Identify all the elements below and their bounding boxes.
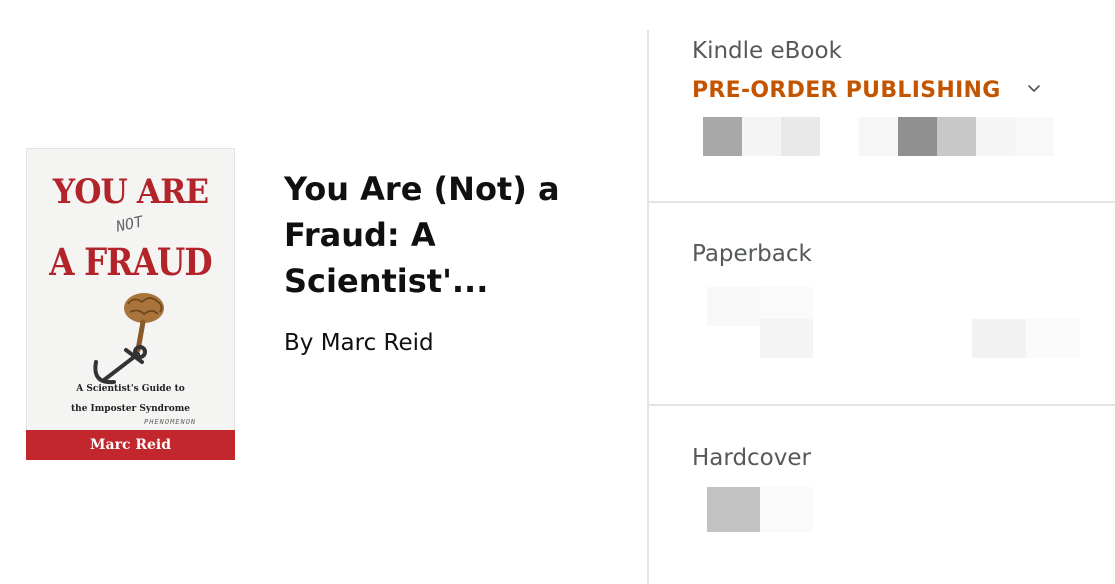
anchor-icon [93,345,147,385]
pre-order-publishing-status[interactable]: PRE-ORDER PUBLISHING [692,78,1001,103]
cover-title-line1: YOU ARE [52,172,209,212]
cover-subtitle-line2: the Imposter Syndrome [71,404,190,414]
cover-subtitle-line1: A Scientist's Guide to [76,384,185,394]
brain-icon [124,293,164,323]
redaction-block [760,319,813,358]
format-kindle-label[interactable]: Kindle eBook [692,38,842,64]
cover-handwritten-word: PHENOMENON [144,418,197,426]
format-divider [649,404,1115,406]
redaction-block [1015,117,1054,156]
redaction-block [937,117,976,156]
book-cover-image[interactable]: YOU ARE NOT A FRAUD A Scientist's Guide … [26,148,235,460]
format-divider [649,201,1115,203]
redaction-block [707,287,760,326]
redaction-block [707,487,760,532]
format-hardcover-label[interactable]: Hardcover [692,445,811,471]
book-title[interactable]: You Are (Not) a Fraud: A Scientist'... [284,166,614,304]
redaction-block [972,319,1026,358]
redaction-block [760,487,813,532]
cover-author-band: Marc Reid [26,430,235,460]
format-paperback-label[interactable]: Paperback [692,241,812,267]
anchor-brain-illustration [93,293,164,385]
chevron-down-icon[interactable] [1025,80,1043,98]
cover-not-word: NOT [114,212,145,236]
redaction-block [703,117,742,156]
redaction-block [898,117,937,156]
redaction-block [859,117,898,156]
redaction-block [742,117,781,156]
vertical-divider [647,30,649,584]
redaction-block [976,117,1015,156]
redaction-block [1026,319,1080,358]
book-byline: By Marc Reid [284,330,434,356]
redaction-block [781,117,820,156]
